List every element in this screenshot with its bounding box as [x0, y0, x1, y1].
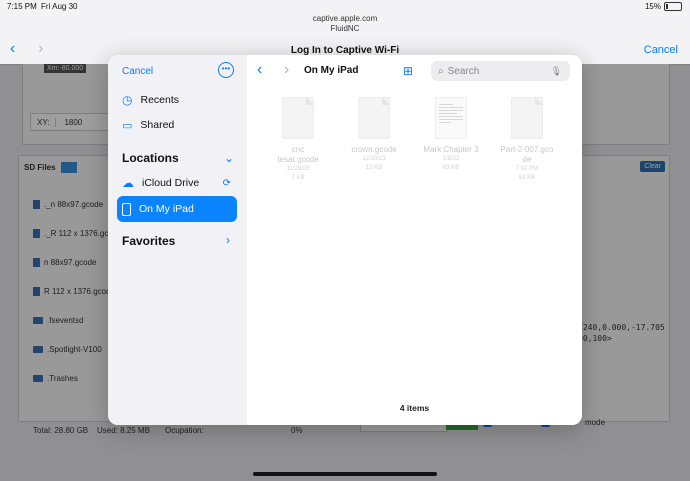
clock-icon: ◷ [122, 93, 133, 107]
site-name: FluidNC [330, 24, 360, 33]
file-item[interactable]: Mark Chapter 3 1/8/22 63 KB [413, 97, 489, 173]
status-time: 7:15 PM [7, 2, 37, 11]
file-name: tesat.gcode [277, 155, 319, 164]
search-icon: ⌕ [438, 65, 444, 77]
search-placeholder: Search [447, 65, 480, 77]
picker-sidebar: Cancel ••• ◷ Recents ▭ Shared Locations … [108, 55, 248, 425]
sidebar-item-icloud-drive[interactable]: ☁ iCloud Drive ⟳ [117, 171, 237, 195]
file-picker-dialog: Cancel ••• ◷ Recents ▭ Shared Locations … [108, 55, 582, 425]
sidebar-item-shared[interactable]: ▭ Shared [117, 113, 237, 137]
ipad-icon [122, 202, 131, 216]
file-size: 7 KB [291, 175, 305, 181]
file-size: 13 KB [365, 165, 383, 171]
nav-cancel-button[interactable]: Cancel [644, 44, 678, 56]
file-size: 63 KB [442, 165, 460, 171]
file-date: 1/8/22 [442, 156, 460, 162]
grid-view-icon[interactable]: ⊞ [403, 64, 413, 78]
battery-indicator: 15% [645, 2, 682, 11]
search-input[interactable]: ⌕ Search 🎙 [431, 61, 570, 81]
document-thumbnail [435, 97, 467, 139]
cloud-icon: ☁ [122, 176, 134, 190]
url-label: captive.apple.com [312, 14, 378, 23]
file-name: Mark Chapter 3 [423, 145, 479, 154]
sidebar-item-recents[interactable]: ◷ Recents [117, 88, 237, 112]
shared-folder-icon: ▭ [122, 119, 133, 132]
status-date: Fri Aug 30 [41, 2, 78, 11]
document-icon [282, 97, 314, 139]
battery-icon [664, 2, 682, 11]
favorites-heading[interactable]: Favorites [122, 234, 175, 248]
more-options-icon[interactable]: ••• [218, 62, 234, 78]
sidebar-item-on-my-ipad[interactable]: On My iPad [117, 196, 237, 222]
battery-percent: 15% [644, 2, 661, 11]
file-name: Part-2-007.gco [500, 145, 554, 154]
file-name: de [522, 155, 532, 164]
file-item[interactable]: crown.gcode 12/10/23 13 KB [336, 97, 412, 173]
file-date: 7:02 PM [515, 166, 539, 172]
microphone-icon[interactable]: 🎙 [551, 66, 562, 77]
forward-chevron-icon[interactable]: › [284, 61, 289, 79]
document-icon [511, 97, 543, 139]
back-chevron-icon[interactable]: ‹ [257, 61, 262, 79]
file-name: crown.gcode [351, 145, 397, 154]
document-icon [358, 97, 390, 139]
home-indicator [253, 472, 437, 476]
status-bar: 7:15 PM Fri Aug 30 15% [0, 0, 690, 14]
item-count: 4 items [399, 403, 430, 413]
file-size: 63 KB [518, 175, 536, 181]
chevron-right-icon[interactable]: › [226, 233, 230, 247]
file-name: cnc [291, 145, 305, 154]
picker-cancel-button[interactable]: Cancel [122, 66, 153, 77]
file-browser: ‹ › On My iPad ⊞ ⌕ Search 🎙 cnc tesat.gc… [247, 55, 582, 425]
chevron-down-icon[interactable]: ⌄ [224, 151, 234, 165]
location-title: On My iPad [304, 65, 359, 76]
file-item[interactable]: Part-2-007.gco de 7:02 PM 63 KB [489, 97, 565, 183]
sync-icon: ⟳ [222, 177, 231, 189]
locations-heading[interactable]: Locations [122, 151, 179, 165]
file-date: 11/29/23 [286, 166, 310, 172]
file-date: 12/10/23 [362, 156, 386, 162]
file-item[interactable]: cnc tesat.gcode 11/29/23 7 KB [260, 97, 336, 183]
